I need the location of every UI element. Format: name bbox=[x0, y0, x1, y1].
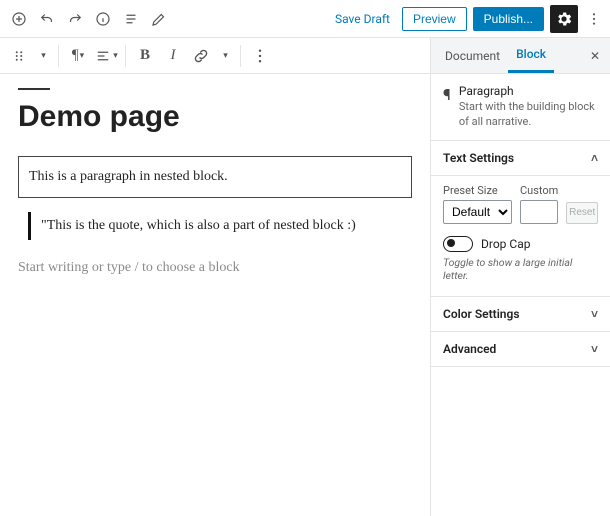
link-button[interactable] bbox=[188, 43, 214, 69]
toolbar-separator bbox=[125, 45, 126, 67]
outline-button[interactable] bbox=[118, 6, 144, 32]
more-rich-button[interactable]: ▾ bbox=[216, 43, 234, 69]
redo-button[interactable] bbox=[62, 6, 88, 32]
align-button[interactable]: ▾ bbox=[93, 43, 119, 69]
reset-button[interactable]: Reset bbox=[566, 202, 598, 224]
close-sidebar-button[interactable]: ✕ bbox=[586, 45, 604, 67]
tab-block[interactable]: Block bbox=[508, 38, 554, 73]
panel-text-body: Preset Size Default Custom Reset Drop Ca… bbox=[431, 176, 610, 297]
block-description: ¶ Paragraph Start with the building bloc… bbox=[431, 74, 610, 141]
editor-column: ▾ ¶▾ ▾ B I ▾ Demo page This is a paragra… bbox=[0, 38, 430, 516]
settings-button[interactable] bbox=[550, 5, 578, 33]
new-block-placeholder[interactable]: Start writing or type / to choose a bloc… bbox=[18, 260, 412, 276]
block-type-button[interactable]: ¶▾ bbox=[65, 43, 91, 69]
quote-block[interactable]: "This is the quote, which is also a part… bbox=[28, 212, 412, 240]
top-right-actions: Save Draft Preview Publish... bbox=[329, 5, 604, 33]
panel-text-settings[interactable]: Text Settings ˄ bbox=[431, 141, 610, 176]
page-title[interactable]: Demo page bbox=[18, 100, 412, 134]
editor-content[interactable]: Demo page This is a paragraph in nested … bbox=[0, 74, 430, 290]
title-accent bbox=[18, 88, 50, 90]
preset-size-label: Preset Size bbox=[443, 184, 512, 197]
panel-advanced-label: Advanced bbox=[443, 342, 496, 356]
selected-paragraph-block[interactable]: This is a paragraph in nested block. bbox=[18, 156, 412, 198]
drop-cap-toggle[interactable] bbox=[443, 236, 473, 252]
chevron-up-icon: ˄ bbox=[591, 151, 598, 165]
chevron-down-icon: ˅ bbox=[591, 307, 598, 321]
sidebar-tabs: Document Block ✕ bbox=[431, 38, 610, 74]
toolbar-separator bbox=[240, 45, 241, 67]
preview-button[interactable]: Preview bbox=[402, 7, 467, 31]
top-header: Save Draft Preview Publish... bbox=[0, 0, 610, 38]
panel-color-settings[interactable]: Color Settings ˅ bbox=[431, 297, 610, 332]
more-menu-button[interactable] bbox=[584, 11, 604, 27]
paragraph-icon: ¶ bbox=[443, 84, 451, 130]
tab-document[interactable]: Document bbox=[437, 38, 508, 73]
save-draft-button[interactable]: Save Draft bbox=[329, 8, 396, 30]
italic-button[interactable]: I bbox=[160, 43, 186, 69]
top-left-tools bbox=[6, 6, 172, 32]
edit-button[interactable] bbox=[146, 6, 172, 32]
drag-handle-icon[interactable] bbox=[6, 43, 32, 69]
panel-text-label: Text Settings bbox=[443, 151, 514, 165]
toolbar-separator bbox=[58, 45, 59, 67]
add-block-button[interactable] bbox=[6, 6, 32, 32]
custom-size-input[interactable] bbox=[520, 200, 558, 224]
bold-button[interactable]: B bbox=[132, 43, 158, 69]
block-toolbar: ▾ ¶▾ ▾ B I ▾ bbox=[0, 38, 430, 74]
chevron-down-icon: ˅ bbox=[591, 342, 598, 356]
block-desc-text: Start with the building block of all nar… bbox=[459, 100, 598, 130]
drop-cap-label: Drop Cap bbox=[481, 237, 530, 251]
publish-button[interactable]: Publish... bbox=[473, 7, 544, 31]
drop-cap-hint: Toggle to show a large initial letter. bbox=[443, 256, 598, 282]
block-name: Paragraph bbox=[459, 84, 598, 98]
block-more-button[interactable] bbox=[247, 43, 273, 69]
custom-size-label: Custom bbox=[520, 184, 558, 197]
settings-sidebar: Document Block ✕ ¶ Paragraph Start with … bbox=[430, 38, 610, 516]
panel-color-label: Color Settings bbox=[443, 307, 520, 321]
panel-advanced[interactable]: Advanced ˅ bbox=[431, 332, 610, 367]
undo-button[interactable] bbox=[34, 6, 60, 32]
info-button[interactable] bbox=[90, 6, 116, 32]
mover-button[interactable]: ▾ bbox=[34, 43, 52, 69]
preset-size-select[interactable]: Default bbox=[443, 200, 512, 224]
